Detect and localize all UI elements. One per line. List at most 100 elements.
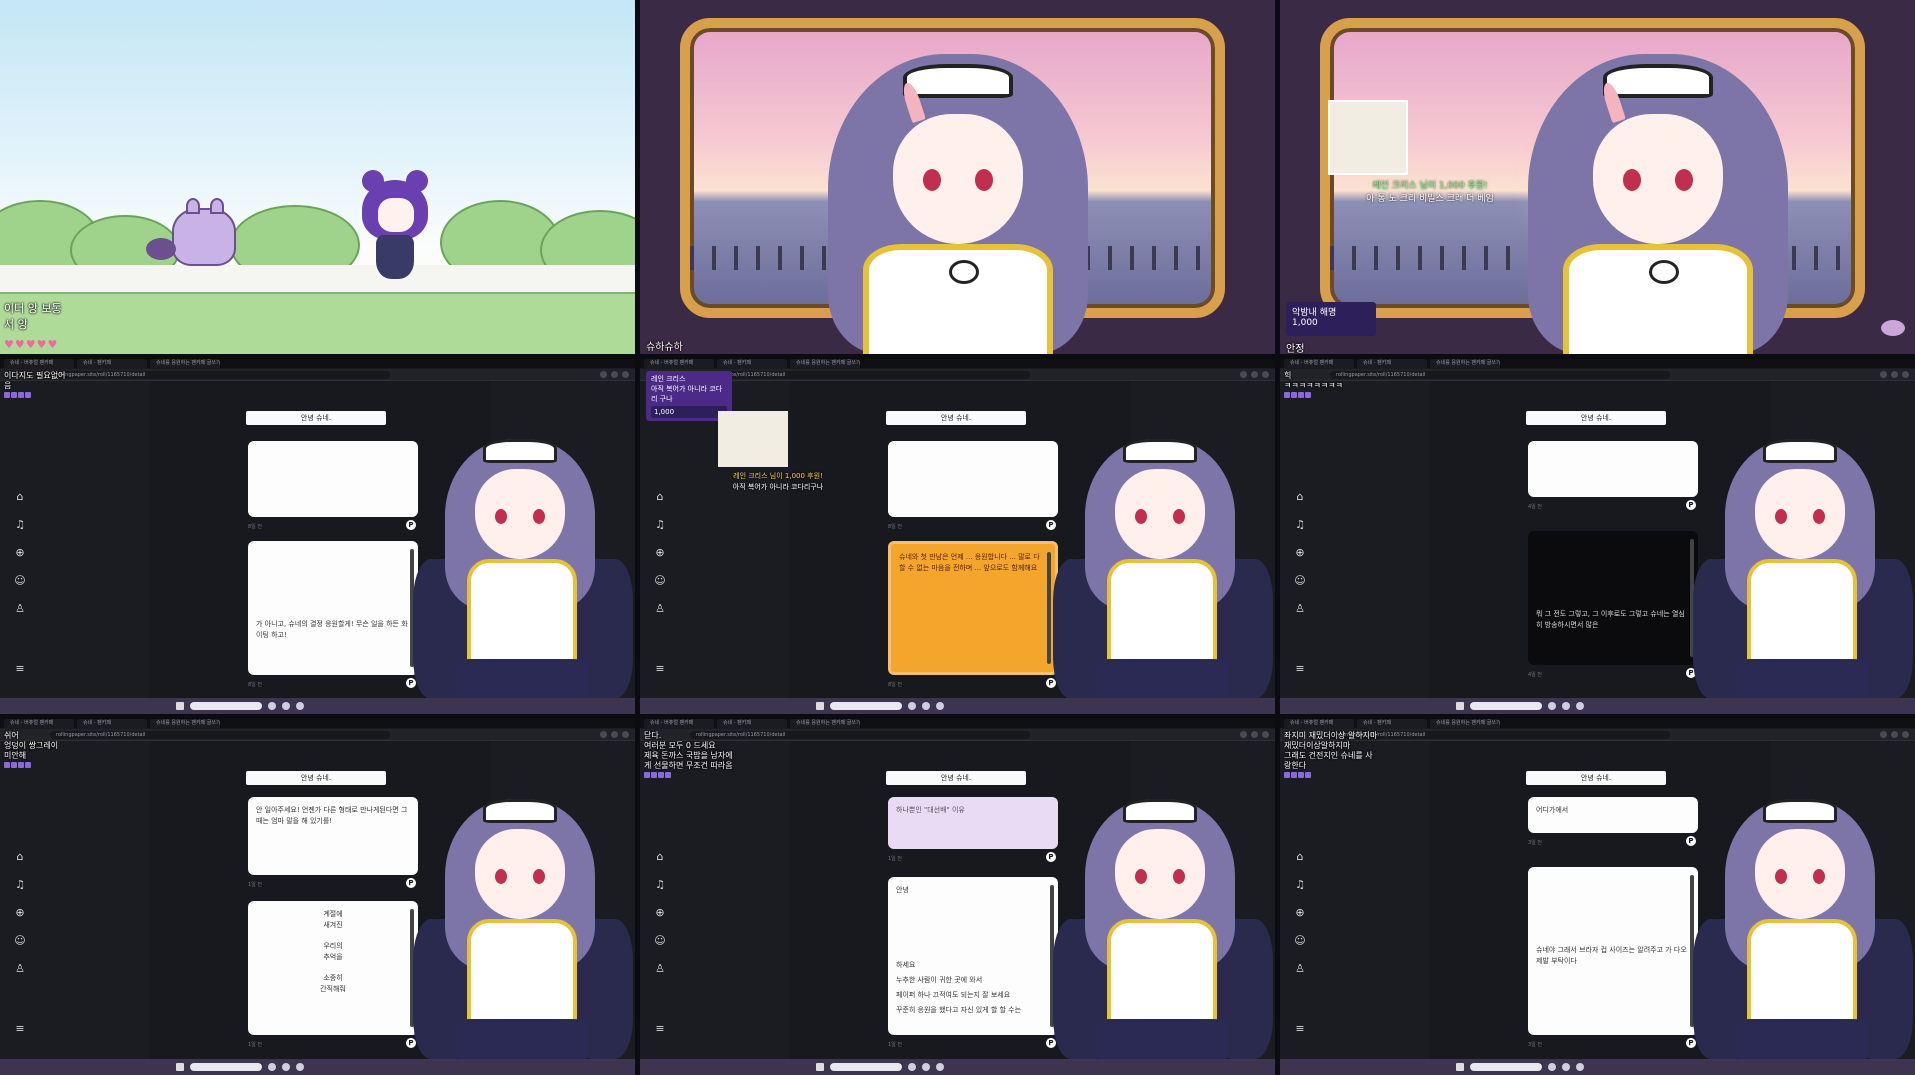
extension-icon[interactable] — [1880, 371, 1887, 378]
post-card[interactable]: 하나뿐인 "대선배" 이유 — [888, 797, 1058, 849]
taskbar-app-icon[interactable] — [908, 1063, 916, 1071]
bell-icon[interactable]: ♫ — [654, 519, 666, 531]
profile-icon[interactable] — [1262, 731, 1269, 738]
taskbar-app-icon[interactable] — [268, 1063, 276, 1071]
menu-icon[interactable]: ≡ — [14, 663, 26, 675]
taskbar-app-icon[interactable] — [296, 702, 304, 710]
post-card[interactable] — [1528, 441, 1698, 497]
post-card[interactable]: 계절에 새겨진 우리의 추억을 소중히 간직해줘 — [248, 901, 418, 1035]
browser-tab[interactable]: 슈네 - 팬카페 — [1357, 359, 1427, 368]
profile-icon[interactable]: ♙ — [654, 603, 666, 615]
post-card[interactable]: 가 아니고, 슈네의 결정 응원할게! 무슨 일을 하든 화이팅 하고! — [248, 541, 418, 675]
taskbar-search[interactable] — [830, 1063, 902, 1071]
post-card[interactable]: 슈네와 첫 만남은 언제 ... 응원합니다 ... 말로 다 할 수 없는 마… — [888, 541, 1058, 675]
taskbar-app-icon[interactable] — [282, 1063, 290, 1071]
start-icon[interactable] — [176, 702, 184, 710]
browser-tab[interactable]: 슈네 - 팬카페 — [1357, 719, 1427, 728]
taskbar-app-icon[interactable] — [282, 702, 290, 710]
taskbar-search[interactable] — [830, 702, 902, 710]
taskbar-app-icon[interactable] — [1576, 1063, 1584, 1071]
extension-icon[interactable] — [611, 731, 618, 738]
extension-icon[interactable] — [1251, 731, 1258, 738]
add-icon[interactable]: ⊕ — [654, 547, 666, 559]
home-icon[interactable]: ⌂ — [14, 491, 26, 503]
start-icon[interactable] — [816, 1063, 824, 1071]
profile-icon[interactable]: ♙ — [14, 963, 26, 975]
browser-tab[interactable]: 슈네 - 버츄얼 팬카페 — [1284, 359, 1354, 368]
bell-icon[interactable]: ♫ — [1294, 879, 1306, 891]
profile-icon[interactable]: ♙ — [14, 603, 26, 615]
post-card[interactable]: 슈네야 그래서 브라자 컵 사이즈는 알려주고 가 다오 제발 부탁이다 — [1528, 867, 1698, 1035]
taskbar-app-icon[interactable] — [1562, 702, 1570, 710]
extension-icon[interactable] — [611, 371, 618, 378]
start-icon[interactable] — [1456, 702, 1464, 710]
bell-icon[interactable]: ♫ — [14, 879, 26, 891]
extension-icon[interactable] — [1880, 731, 1887, 738]
post-card[interactable]: 어디가에서 — [1528, 797, 1698, 833]
profile-icon[interactable] — [1262, 371, 1269, 378]
add-icon[interactable]: ⊕ — [654, 907, 666, 919]
taskbar-search[interactable] — [190, 1063, 262, 1071]
taskbar-app-icon[interactable] — [1562, 1063, 1570, 1071]
taskbar-app-icon[interactable] — [268, 702, 276, 710]
users-icon[interactable]: ☺ — [654, 575, 666, 587]
post-card[interactable] — [888, 441, 1058, 517]
profile-icon[interactable] — [622, 371, 629, 378]
browser-tab[interactable]: 슈네를 응원하는 팬카페 글쓰기 — [790, 719, 860, 728]
menu-icon[interactable]: ≡ — [654, 1023, 666, 1035]
bell-icon[interactable]: ♫ — [1294, 519, 1306, 531]
url-input[interactable]: rollingpaper.site/roll/1165710/detail — [690, 371, 1030, 379]
browser-tab[interactable]: 슈네 - 버츄얼 팬카페 — [4, 719, 74, 728]
browser-tab[interactable]: 슈네 - 팬카페 — [717, 359, 787, 368]
extension-icon[interactable] — [1891, 371, 1898, 378]
taskbar-search[interactable] — [1470, 702, 1542, 710]
taskbar-app-icon[interactable] — [922, 702, 930, 710]
users-icon[interactable]: ☺ — [14, 935, 26, 947]
taskbar-app-icon[interactable] — [936, 702, 944, 710]
browser-tab[interactable]: 슈네 - 팬카페 — [717, 719, 787, 728]
start-icon[interactable] — [816, 702, 824, 710]
menu-icon[interactable]: ≡ — [14, 1023, 26, 1035]
extension-icon[interactable] — [600, 371, 607, 378]
taskbar-app-icon[interactable] — [936, 1063, 944, 1071]
browser-tab[interactable]: 슈네 - 버츄얼 팬카페 — [644, 359, 714, 368]
users-icon[interactable]: ☺ — [1294, 575, 1306, 587]
home-icon[interactable]: ⌂ — [654, 851, 666, 863]
bell-icon[interactable]: ♫ — [654, 879, 666, 891]
taskbar-app-icon[interactable] — [1548, 702, 1556, 710]
users-icon[interactable]: ☺ — [1294, 935, 1306, 947]
browser-tab[interactable]: 슈네 - 버츄얼 팬카페 — [644, 719, 714, 728]
extension-icon[interactable] — [1240, 371, 1247, 378]
home-icon[interactable]: ⌂ — [654, 491, 666, 503]
start-icon[interactable] — [1456, 1063, 1464, 1071]
profile-icon[interactable] — [1902, 731, 1909, 738]
menu-icon[interactable]: ≡ — [1294, 1023, 1306, 1035]
taskbar-app-icon[interactable] — [1576, 702, 1584, 710]
browser-tab[interactable]: 슈네 - 팬카페 — [77, 359, 147, 368]
profile-icon[interactable]: ♙ — [1294, 963, 1306, 975]
add-icon[interactable]: ⊕ — [14, 547, 26, 559]
extension-icon[interactable] — [1240, 731, 1247, 738]
extension-icon[interactable] — [600, 731, 607, 738]
home-icon[interactable]: ⌂ — [14, 851, 26, 863]
taskbar-app-icon[interactable] — [1548, 1063, 1556, 1071]
extension-icon[interactable] — [1891, 731, 1898, 738]
browser-tab[interactable]: 슈네를 응원하는 팬카페 글쓰기 — [1430, 359, 1500, 368]
browser-tab[interactable]: 슈네 - 버츄얼 팬카페 — [1284, 719, 1354, 728]
home-icon[interactable]: ⌂ — [1294, 491, 1306, 503]
add-icon[interactable]: ⊕ — [1294, 547, 1306, 559]
taskbar-search[interactable] — [1470, 1063, 1542, 1071]
profile-icon[interactable]: ♙ — [1294, 603, 1306, 615]
home-icon[interactable]: ⌂ — [1294, 851, 1306, 863]
profile-icon[interactable] — [622, 731, 629, 738]
browser-tab[interactable]: 슈네를 응원하는 팬카페 글쓰기 — [790, 359, 860, 368]
taskbar-app-icon[interactable] — [922, 1063, 930, 1071]
add-icon[interactable]: ⊕ — [1294, 907, 1306, 919]
post-card[interactable]: 안녕 하세요 누추한 사람이 귀한 곳에 와서 페이퍼 하나 끄적여도 되는지 잘 보… — [888, 877, 1058, 1035]
menu-icon[interactable]: ≡ — [654, 663, 666, 675]
add-icon[interactable]: ⊕ — [14, 907, 26, 919]
users-icon[interactable]: ☺ — [14, 575, 26, 587]
start-icon[interactable] — [176, 1063, 184, 1071]
post-card[interactable]: 안 일아주세요! 언젠가 다른 형태로 만나게된다면 그때는 엄마 말을 해 있… — [248, 797, 418, 875]
taskbar-app-icon[interactable] — [296, 1063, 304, 1071]
